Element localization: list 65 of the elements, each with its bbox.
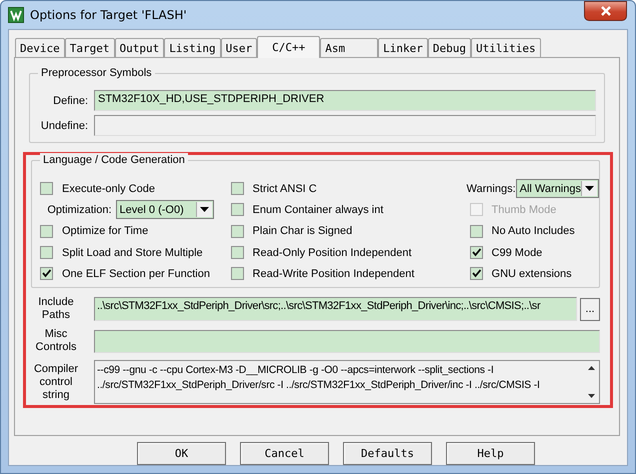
field-label: Undefine: (40, 120, 89, 132)
tab[interactable]: Debug (428, 38, 471, 57)
checkbox-label: Read-Write Position Independent (252, 268, 414, 280)
checkbox[interactable] (230, 182, 244, 196)
caret-icon (585, 186, 594, 192)
input-field[interactable]: STM32F10X_HD,USE_STDPERIPH_DRIVER (94, 90, 596, 111)
checkbox[interactable] (40, 267, 53, 280)
app-icon (8, 7, 24, 23)
checkbox[interactable] (230, 267, 244, 280)
dropdown[interactable]: Level 0 (-O0) (116, 200, 214, 220)
close-button[interactable] (584, 1, 627, 21)
tab[interactable]: Utilities (470, 38, 541, 57)
tab[interactable]: User (220, 38, 258, 57)
checkbox[interactable] (230, 246, 244, 260)
dropdown-label: Warnings: (466, 182, 516, 195)
group-title: Language / Code Generation (40, 153, 188, 168)
text-area[interactable]: --c99 --gnu -c --cpu Cortex-M3 -D__MICROLIB -g -O0 --apcs=interwork --split_sections -I ../src/STM32F1xx_StdPeriph_Driver/src -I ../src/STM32F1xx_StdPeriph_Driver/inc -I ../src/CMSIS -I (94, 360, 600, 404)
dropdown-label: Optimization: (47, 204, 112, 216)
tab[interactable]: Output (114, 38, 164, 57)
checkbox[interactable] (40, 246, 53, 260)
checkbox-label: Enum Container always int (252, 204, 384, 216)
checkbox[interactable] (230, 203, 244, 216)
input-field[interactable]: ..\src\STM32F1xx_StdPeriph_Driver\src;..\src\STM32F1xx_StdPeriph_Driver\inc;..\src\CMSIS;..\sr (94, 297, 577, 321)
text-line: --c99 --gnu -c --cpu Cortex-M3 -D__MICROLIB -g -O0 --apcs=interwork --split_sections -I (97, 363, 495, 378)
close-icon (600, 6, 612, 16)
group-title: Preprocessor Symbols (38, 66, 155, 81)
checkbox[interactable] (470, 267, 483, 280)
dialog-button[interactable]: Cancel (240, 442, 329, 465)
checkbox-label: One ELF Section per Function (62, 268, 210, 280)
checkbox-label: C99 Mode (492, 246, 542, 259)
dialog-button[interactable]: Help (446, 442, 535, 465)
checkbox[interactable] (40, 182, 53, 196)
checkbox[interactable] (230, 224, 244, 238)
tab[interactable]: C/C++ (257, 36, 320, 58)
checkbox-label: Execute-only Code (62, 182, 155, 195)
text-line: ../src/STM32F1xx_StdPeriph_Driver/src -I ../src/STM32F1xx_StdPeriph_Driver/inc -I ../src/CMSIS -I (97, 378, 541, 393)
checkbox[interactable] (470, 246, 483, 260)
checkbox-label: Split Load and Store Multiple (62, 246, 203, 259)
checkbox-label: Thumb Mode (492, 204, 556, 216)
tab[interactable]: Device (15, 38, 65, 57)
checkbox-label: Plain Char is Signed (252, 225, 352, 238)
field-label: Misc Controls (34, 328, 78, 354)
checkbox-label: No Auto Includes (492, 225, 575, 238)
tab[interactable]: Linker (378, 38, 428, 57)
field-label: Compiler control string (32, 362, 79, 402)
dropdown[interactable]: All Warnings (516, 179, 599, 198)
field-label: Include Paths (37, 296, 75, 322)
dialog-button[interactable]: Defaults (343, 442, 432, 465)
checkbox-label: Strict ANSI C (252, 182, 317, 195)
input-field[interactable] (94, 330, 600, 352)
window-title: Options for Target 'FLASH' (30, 8, 187, 22)
caret-icon (200, 207, 209, 212)
checkbox-label: Read-Only Position Independent (252, 246, 412, 259)
scroll-up-icon[interactable] (588, 366, 594, 370)
scroll-down-icon[interactable] (588, 394, 594, 398)
checkbox-label: Optimize for Time (62, 225, 148, 238)
checkbox-label: GNU extensions (492, 268, 572, 280)
checkbox[interactable] (40, 224, 53, 238)
tab[interactable]: Listing (164, 38, 221, 57)
browse-button[interactable]: ... (580, 298, 600, 320)
checkbox[interactable] (470, 224, 483, 238)
dialog-button[interactable]: OK (137, 442, 226, 465)
field-label: Define: (52, 94, 89, 106)
tab[interactable]: Asm (320, 38, 378, 57)
tab[interactable]: Target (64, 38, 114, 57)
